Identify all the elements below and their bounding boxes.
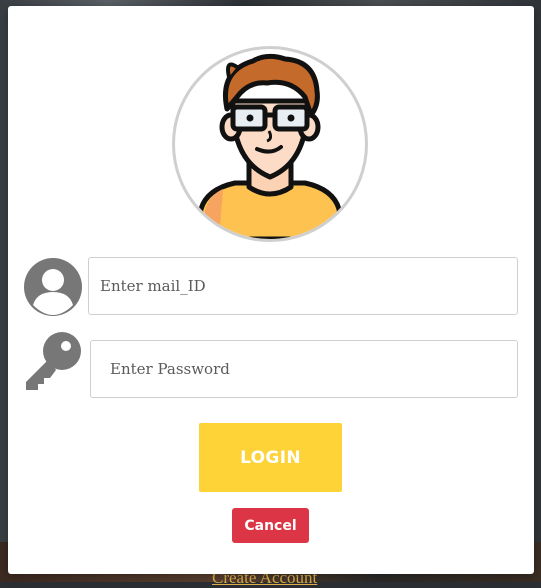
login-button[interactable]: LOGIN	[199, 423, 342, 492]
login-modal: LOGIN Cancel	[8, 6, 534, 574]
key-icon	[22, 330, 82, 390]
email-field[interactable]	[88, 257, 518, 315]
user-circle-icon	[23, 257, 83, 317]
user-avatar	[172, 46, 368, 242]
cancel-button[interactable]: Cancel	[232, 508, 309, 543]
password-field[interactable]	[90, 340, 518, 398]
avatar-illustration-icon	[194, 53, 346, 239]
